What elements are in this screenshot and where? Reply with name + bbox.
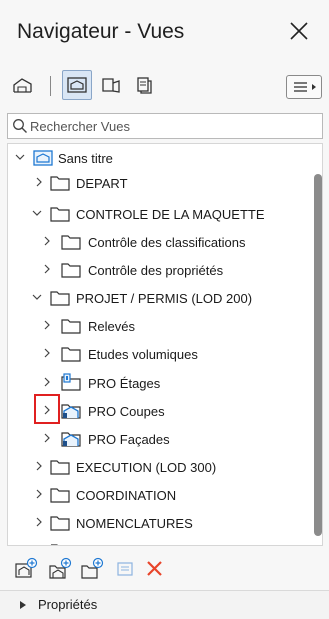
toolbar-separator [50, 76, 51, 96]
tree-item-label: PROJET / PERMIS (LOD 200) [76, 291, 253, 306]
search-box [7, 113, 323, 139]
tree-item-label: PRO Façades [88, 432, 170, 447]
folder-icon [50, 516, 70, 531]
navigator-panel: Navigateur - Vues Rechercher Vues Sans t… [0, 0, 329, 619]
folder-icon [50, 291, 70, 306]
tree-item-label: CONTROLE DE LA MAQUETTE [76, 207, 265, 222]
chevron-right-icon[interactable] [42, 377, 52, 387]
folder-icon [50, 176, 70, 191]
chevron-right-icon[interactable] [34, 489, 44, 499]
tree-item-controle-maquette[interactable]: CONTROLE DE LA MAQUETTE [8, 202, 308, 226]
publisher-sets-icon [137, 77, 152, 94]
title-bar: Navigateur - Vues [0, 0, 329, 68]
tree-item-pro-facades[interactable]: PRO Façades [8, 427, 308, 451]
delete-button[interactable] [142, 557, 168, 581]
layout-book-button[interactable] [96, 70, 126, 100]
new-folder-icon [81, 557, 104, 579]
tree-item-projet-permis[interactable]: PROJET / PERMIS (LOD 200) [8, 286, 308, 310]
tree-item-coordination[interactable]: COORDINATION [8, 483, 308, 507]
chevron-down-icon[interactable] [32, 292, 42, 302]
tree-item-controle-classifications[interactable]: Contrôle des classifications [8, 230, 308, 254]
tree-item-label: PRO Coupes [88, 404, 165, 419]
clone-folder-button[interactable] [48, 557, 74, 581]
view-map-icon [67, 77, 87, 93]
close-icon[interactable] [286, 18, 312, 44]
tree-item-depart[interactable]: DEPART [8, 171, 308, 195]
tree-item-label: NOMENCLATURES [76, 516, 193, 531]
vertical-scrollbar[interactable] [314, 174, 322, 536]
section-folder-icon [61, 404, 81, 419]
clone-folder-icon [49, 557, 72, 579]
chevron-right-icon[interactable] [42, 433, 52, 443]
chevron-down-icon[interactable] [32, 208, 42, 218]
search-icon [13, 119, 27, 133]
chevron-right-icon[interactable] [42, 348, 52, 358]
tree-item-controle-proprietes[interactable]: Contrôle des propriétés [8, 258, 308, 282]
view-map-button[interactable] [62, 70, 92, 100]
folder-icon [61, 319, 81, 334]
tree-item-label: Contrôle des propriétés [88, 263, 224, 278]
chevron-right-icon[interactable] [42, 236, 52, 246]
tree-item-sans-titre[interactable]: Sans titre [8, 146, 308, 170]
new-folder-button[interactable] [80, 557, 106, 581]
properties-section[interactable]: Propriétés [0, 590, 329, 619]
delete-icon [147, 561, 162, 576]
new-view-button[interactable] [14, 557, 40, 581]
tree-item-label: DEPART [76, 176, 128, 191]
chevron-right-icon[interactable] [42, 320, 52, 330]
settings-icon [117, 562, 133, 576]
tree-item-label: Etudes volumiques [88, 347, 198, 362]
tree-item-label: COORDINATION [76, 488, 177, 503]
folder-icon [50, 207, 70, 222]
folder-icon [61, 347, 81, 362]
menu-icon [294, 82, 316, 92]
elevation-folder-icon [61, 432, 81, 447]
bottom-toolbar [0, 549, 329, 589]
properties-label: Propriétés [38, 597, 98, 612]
options-menu-button[interactable] [286, 75, 322, 99]
view-map-root-icon [33, 150, 53, 166]
expand-triangle-icon[interactable] [20, 601, 26, 609]
panel-title: Navigateur - Vues [17, 20, 185, 43]
highlight-box [34, 394, 60, 424]
tree-item-label: EXECUTION (LOD 300) [76, 460, 217, 475]
story-folder-icon [61, 373, 81, 391]
tree-item-label: Contrôle des classifications [88, 235, 246, 250]
folder-icon [61, 263, 81, 278]
tree-item-etudes-volumiques[interactable]: Etudes volumiques [8, 342, 308, 366]
chevron-down-icon[interactable] [15, 152, 25, 162]
chevron-right-icon[interactable] [34, 177, 44, 187]
chevron-right-icon[interactable] [42, 264, 52, 274]
chevron-right-icon[interactable] [34, 461, 44, 471]
view-tree: Sans titre DEPART CONTROLE DE LA MAQUETT… [7, 143, 323, 546]
tree-item-execution[interactable]: EXECUTION (LOD 300) [8, 455, 308, 479]
folder-icon [51, 544, 58, 545]
folder-icon [61, 235, 81, 250]
folder-icon [50, 460, 70, 475]
search-input[interactable] [30, 116, 315, 136]
navigator-toolbar [0, 68, 329, 106]
tree-item-releves[interactable]: Relevés [8, 314, 308, 338]
new-view-icon [15, 557, 38, 578]
settings-button[interactable] [112, 557, 138, 581]
project-map-icon [13, 78, 32, 93]
tree-item-pro-etages[interactable]: PRO Étages [8, 371, 308, 395]
tree-item-partial [8, 539, 308, 545]
tree-item-label: Relevés [88, 319, 135, 334]
chevron-right-icon[interactable] [34, 517, 44, 527]
folder-icon [50, 488, 70, 503]
layout-book-icon [102, 78, 120, 93]
project-map-button[interactable] [8, 70, 38, 100]
tree-item-label: PRO Étages [88, 376, 161, 391]
tree-item-nomenclatures[interactable]: NOMENCLATURES [8, 511, 308, 535]
publisher-sets-button[interactable] [130, 70, 160, 100]
tree-item-label: Sans titre [58, 151, 113, 166]
